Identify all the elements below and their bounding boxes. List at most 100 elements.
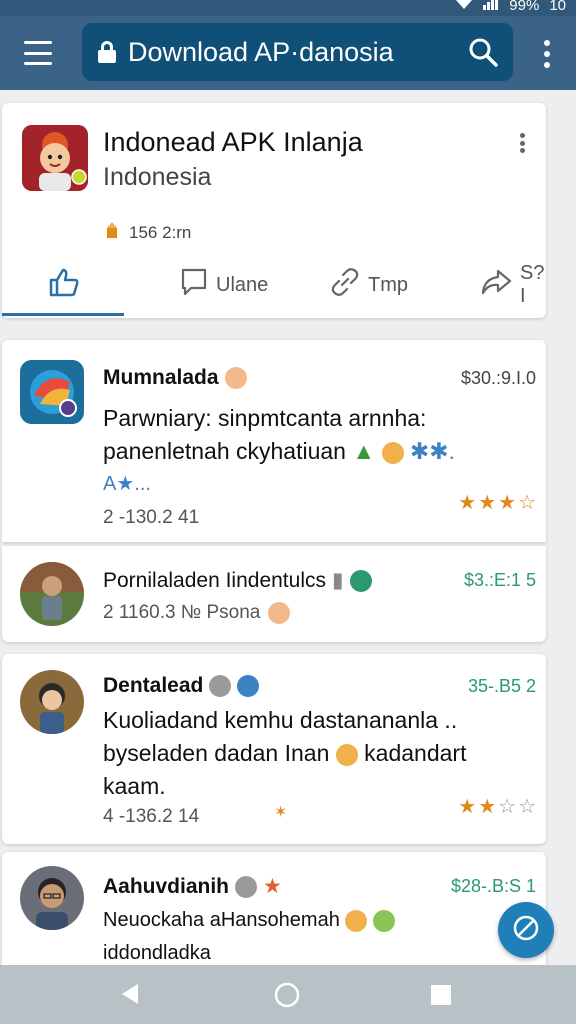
- star-outline-icon: ☆: [518, 796, 536, 818]
- tab-comment[interactable]: Ulane: [180, 265, 268, 305]
- rating-stars: ★ ★ ☆ ☆: [458, 794, 536, 819]
- smiley-icon: [335, 743, 358, 766]
- list-item[interactable]: Pornilaladen Iindentulcs ▮ $3.:E:1 5 2 1…: [2, 546, 546, 642]
- search-icon[interactable]: [467, 36, 499, 68]
- verified-icon: [237, 675, 260, 697]
- post-body-text: byseladen dadan Inan: [103, 740, 330, 766]
- share-icon: [480, 268, 512, 302]
- post-price: 35-.B5 2: [467, 676, 536, 696]
- app-bar: Download AP·danosia: [0, 16, 576, 90]
- tab-share[interactable]: S?I: [480, 262, 546, 307]
- home-button[interactable]: [273, 981, 301, 1014]
- post-author-label: Aahuvdianih: [103, 874, 230, 898]
- post-author-label: Pornilaladen Iindentulcs: [103, 568, 326, 592]
- tab-link-label: Tmp: [368, 273, 408, 296]
- home-icon: [273, 982, 301, 1013]
- card-more-button[interactable]: [520, 133, 526, 153]
- smiley-icon: [345, 909, 368, 932]
- award-icon: [103, 221, 121, 244]
- post-body: Parwniary: sinpmtcanta arnnha: panenletn…: [103, 402, 483, 501]
- star-icon: ★: [458, 492, 477, 514]
- signal-icon: [483, 0, 499, 14]
- music-icon: [235, 875, 258, 898]
- star-icon: ★: [498, 492, 517, 514]
- battery-label: 99%: [509, 0, 540, 14]
- lock-icon: [98, 41, 116, 63]
- star-outline-icon: ☆: [518, 492, 536, 514]
- post-body: Kuoliadand kemhu dastanananla .. byselad…: [103, 704, 483, 803]
- post-body-line: Kuoliadand kemhu dastanananla ..: [103, 707, 458, 733]
- avatar: [20, 360, 84, 424]
- wifi-icon: [455, 0, 473, 14]
- post-price: $3.:E:1 5: [463, 570, 536, 590]
- post-author: Dentalead: [103, 674, 260, 698]
- post-author: Aahuvdianih ★: [103, 874, 282, 899]
- featured-app-card[interactable]: Indonead APK Inlanja Indonesia 156 2:rn …: [2, 103, 546, 318]
- star-icon: ★: [458, 796, 477, 818]
- recents-button[interactable]: [430, 984, 452, 1011]
- star-outline-icon: ☆: [498, 796, 517, 818]
- list-item[interactable]: Dentalead 35-.B5 2 Kuoliadand kemhu dast…: [2, 654, 546, 844]
- list-item[interactable]: Mumnalada $30.:9.I.0 Parwniary: sinpmtca…: [2, 340, 546, 542]
- post-meta: 2 1160.3 № Psona: [103, 602, 291, 624]
- avatar: [20, 670, 84, 734]
- post-body-text: kadandart: [364, 740, 467, 766]
- post-body-line: panenletnah ckyhatiuan ▲ ✱✱.: [103, 435, 483, 468]
- music-icon: [209, 675, 232, 697]
- thumbs-up-icon: [48, 267, 80, 303]
- comment-icon: [180, 267, 208, 303]
- post-body-line: kaam.: [103, 773, 166, 799]
- post-meta: 4 -136.2 14: [103, 806, 200, 827]
- post-body-text: panenletnah ckyhatiuan: [103, 438, 346, 464]
- status-bar: 99% 10: [0, 0, 576, 16]
- star-badge-icon: ★: [263, 875, 282, 898]
- post-meta: 2 -130.2 41: [103, 507, 200, 528]
- system-nav-bar: [0, 965, 576, 1024]
- tree-icon: ▲: [352, 438, 376, 464]
- post-body-text: Neuockaha aHansohemah: [103, 909, 340, 931]
- post-price: $28-.B:S 1: [450, 876, 536, 896]
- post-meta-text: 2 1160.3 № Psona: [103, 602, 261, 623]
- link-icon: [330, 267, 360, 303]
- overflow-menu-button[interactable]: [544, 40, 552, 68]
- list-item[interactable]: Aahuvdianih ★ $28-.B:S 1 Neuockaha aHans…: [2, 852, 546, 972]
- star-icon: ★: [478, 492, 497, 514]
- bottle-icon: ▮: [331, 569, 344, 592]
- star-icon: ★: [478, 796, 497, 818]
- app-subtitle: Indonesia: [103, 163, 212, 191]
- smiley-icon: [268, 602, 291, 624]
- post-author: Mumnalada: [103, 366, 247, 390]
- tab-comment-label: Ulane: [216, 273, 269, 296]
- post-body-line: Neuockaha aHansohemah: [103, 904, 463, 937]
- app-meta-text: 156 2:rn: [129, 222, 192, 242]
- sparkle-icon: ✶: [274, 804, 288, 821]
- tab-like[interactable]: [48, 265, 80, 305]
- menu-button[interactable]: [22, 38, 54, 68]
- post-author: Pornilaladen Iindentulcs ▮: [103, 568, 372, 593]
- action-tabs: Ulane Tmp S?I: [2, 253, 546, 316]
- app-title: Indonead APK Inlanja: [103, 127, 363, 157]
- post-body: Neuockaha aHansohemah iddondladka: [103, 904, 463, 970]
- smiley-icon: [224, 367, 247, 389]
- tab-link[interactable]: Tmp: [330, 265, 408, 305]
- tab-share-label: S?I: [520, 262, 545, 307]
- verified-icon: [349, 569, 372, 592]
- back-icon: [118, 984, 140, 1010]
- smiley-icon: [381, 441, 404, 464]
- search-input-text: Download AP·danosia: [128, 36, 394, 67]
- edit-icon: [511, 913, 541, 948]
- post-body-line: Parwniary: sinpmtcanta arnnha:: [103, 405, 427, 431]
- sparkle-icon: ✱✱.: [409, 438, 455, 464]
- recents-icon: [430, 985, 452, 1010]
- app-meta: 156 2:rn: [103, 221, 191, 244]
- rating-stars: ★ ★ ★ ☆: [458, 490, 536, 515]
- post-author-label: Dentalead: [103, 674, 204, 697]
- back-button[interactable]: [118, 982, 140, 1011]
- app-icon: [22, 125, 88, 191]
- avatar: [20, 562, 84, 626]
- tab-indicator: [2, 313, 124, 316]
- compose-fab[interactable]: [498, 902, 554, 958]
- post-author-label: Mumnalada: [103, 366, 219, 389]
- search-input[interactable]: Download AP·danosia: [82, 23, 513, 81]
- post-body-line: byseladen dadan Inan kadandart: [103, 737, 483, 770]
